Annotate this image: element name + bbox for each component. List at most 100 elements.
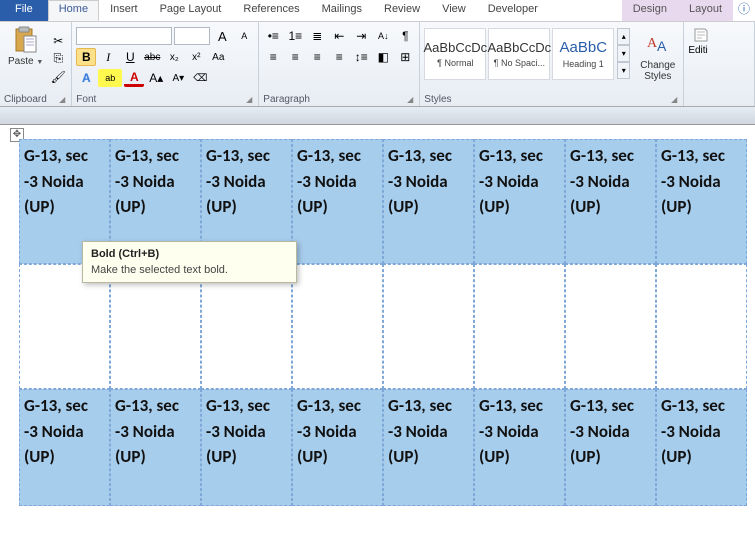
tab-file[interactable]: File	[0, 0, 48, 21]
format-painter-button[interactable]: 🖌	[49, 69, 67, 85]
styles-gallery-more[interactable]: ▾	[617, 62, 630, 79]
numbering-button[interactable]: 1≡	[285, 27, 305, 45]
table-cell[interactable]	[656, 264, 747, 389]
grow-font-2-button[interactable]: A▴	[146, 69, 166, 87]
table-cell[interactable]: G-13, sec -3 Noida (UP)	[19, 389, 110, 506]
cut-button[interactable]: ✂	[49, 33, 67, 49]
change-styles-button[interactable]: AA Change Styles	[636, 28, 679, 93]
change-styles-icon: AA	[644, 30, 672, 58]
font-name-input[interactable]	[76, 27, 172, 45]
italic-button[interactable]: I	[98, 48, 118, 66]
group-clipboard: Paste ▼ ✂ ⎘ 🖌 Clipboard◢	[0, 22, 72, 106]
tab-references[interactable]: References	[232, 0, 310, 21]
tooltip-body: Make the selected text bold.	[91, 264, 288, 276]
styles-launcher[interactable]: ◢	[669, 95, 679, 104]
styles-label: Styles	[424, 94, 451, 105]
table-cell[interactable]: G-13, sec -3 Noida (UP)	[565, 389, 656, 506]
font-label: Font	[76, 94, 96, 105]
tab-layout[interactable]: Layout	[678, 0, 733, 21]
strike-button[interactable]: abc	[142, 48, 162, 66]
tab-insert[interactable]: Insert	[99, 0, 149, 21]
table-cell[interactable]	[474, 264, 565, 389]
font-size-input[interactable]	[174, 27, 210, 45]
table-cell[interactable]: G-13, sec -3 Noida (UP)	[110, 389, 201, 506]
table-cell[interactable]: G-13, sec -3 Noida (UP)	[292, 139, 383, 264]
dedent-button[interactable]: ⇤	[329, 27, 349, 45]
paragraph-launcher[interactable]: ◢	[405, 95, 415, 104]
table-cell[interactable]: G-13, sec -3 Noida (UP)	[383, 389, 474, 506]
style-no-spacing[interactable]: AaBbCcDc ¶ No Spaci...	[488, 28, 550, 80]
table-cell[interactable]: G-13, sec -3 Noida (UP)	[383, 139, 474, 264]
table-cell[interactable]: G-13, sec -3 Noida (UP)	[292, 389, 383, 506]
tab-design[interactable]: Design	[622, 0, 678, 21]
ribbon: Paste ▼ ✂ ⎘ 🖌 Clipboard◢ A A B I U abc	[0, 22, 755, 107]
editing-label: Editi	[688, 45, 750, 56]
table-cell[interactable]: G-13, sec -3 Noida (UP)	[656, 389, 747, 506]
tab-home[interactable]: Home	[48, 0, 99, 21]
bold-button[interactable]: B	[76, 48, 96, 66]
highlight-button[interactable]: ab	[98, 69, 122, 87]
superscript-button[interactable]: x²	[186, 48, 206, 66]
tab-mailings[interactable]: Mailings	[311, 0, 373, 21]
styles-scroll-up[interactable]: ▴	[617, 28, 630, 45]
text-effects-button[interactable]: A	[76, 69, 96, 87]
line-spacing-button[interactable]: ↕≡	[351, 48, 371, 66]
document-area[interactable]: ✥ G-13, sec -3 Noida (UP)G-13, sec -3 No…	[0, 125, 755, 547]
shading-button[interactable]: ◧	[373, 48, 393, 66]
style-name: ¶ No Spaci...	[494, 58, 545, 68]
ribbon-tabs: File Home Insert Page Layout References …	[0, 0, 755, 22]
style-name: ¶ Normal	[437, 58, 473, 68]
table-cell[interactable]: G-13, sec -3 Noida (UP)	[474, 139, 565, 264]
group-paragraph: •≡ 1≡ ≣ ⇤ ⇥ A↓ ¶ ≡ ≡ ≡ ≡ ↕≡ ◧ ⊞ Paragrap…	[259, 22, 420, 106]
style-preview: AaBbCcDc	[424, 40, 488, 55]
paste-icon	[12, 26, 40, 54]
chevron-down-icon: ▼	[36, 59, 43, 66]
font-color-button[interactable]: A	[124, 70, 144, 87]
shrink-font-2-button[interactable]: A▾	[168, 69, 188, 87]
table-cell[interactable]	[292, 264, 383, 389]
subscript-button[interactable]: x₂	[164, 48, 184, 66]
justify-button[interactable]: ≡	[329, 48, 349, 66]
table-cell[interactable]: G-13, sec -3 Noida (UP)	[474, 389, 565, 506]
font-launcher[interactable]: ◢	[244, 95, 254, 104]
tab-page-layout[interactable]: Page Layout	[149, 0, 233, 21]
bullets-button[interactable]: •≡	[263, 27, 283, 45]
help-icon[interactable]: ⓘ	[733, 0, 755, 21]
table-cell[interactable]	[383, 264, 474, 389]
tab-review[interactable]: Review	[373, 0, 431, 21]
style-heading1[interactable]: AaBbC Heading 1	[552, 28, 614, 80]
align-right-button[interactable]: ≡	[307, 48, 327, 66]
align-left-button[interactable]: ≡	[263, 48, 283, 66]
table-cell[interactable]: G-13, sec -3 Noida (UP)	[565, 139, 656, 264]
table-cell[interactable]: G-13, sec -3 Noida (UP)	[201, 389, 292, 506]
copy-button[interactable]: ⎘	[49, 51, 67, 67]
paste-button[interactable]: Paste ▼	[4, 24, 47, 93]
find-button[interactable]	[688, 27, 714, 43]
borders-button[interactable]: ⊞	[395, 48, 415, 66]
shrink-font-button[interactable]: A	[234, 27, 254, 45]
grow-font-button[interactable]: A	[212, 27, 232, 45]
show-marks-button[interactable]: ¶	[395, 27, 415, 45]
change-case-button[interactable]: Aa	[208, 48, 228, 66]
style-name: Heading 1	[563, 59, 604, 69]
svg-text:A: A	[657, 38, 667, 54]
bold-tooltip: Bold (Ctrl+B) Make the selected text bol…	[82, 241, 297, 283]
underline-button[interactable]: U	[120, 48, 140, 66]
tab-developer[interactable]: Developer	[477, 0, 549, 21]
table-cell[interactable]: G-13, sec -3 Noida (UP)	[656, 139, 747, 264]
indent-button[interactable]: ⇥	[351, 27, 371, 45]
sort-button[interactable]: A↓	[373, 27, 393, 45]
align-center-button[interactable]: ≡	[285, 48, 305, 66]
styles-scroll-down[interactable]: ▾	[617, 45, 630, 62]
styles-gallery-scroll: ▴ ▾ ▾	[617, 28, 630, 93]
ruler[interactable]	[0, 107, 755, 125]
clipboard-launcher[interactable]: ◢	[57, 95, 67, 104]
table-cell[interactable]	[565, 264, 656, 389]
group-styles: AaBbCcDc ¶ Normal AaBbCcDc ¶ No Spaci...…	[420, 22, 684, 106]
clear-formatting-button[interactable]: ⌫	[190, 69, 210, 87]
group-editing: Editi	[684, 22, 755, 106]
style-normal[interactable]: AaBbCcDc ¶ Normal	[424, 28, 486, 80]
tab-view[interactable]: View	[431, 0, 477, 21]
table-row: G-13, sec -3 Noida (UP)G-13, sec -3 Noid…	[19, 389, 755, 506]
multilevel-button[interactable]: ≣	[307, 27, 327, 45]
